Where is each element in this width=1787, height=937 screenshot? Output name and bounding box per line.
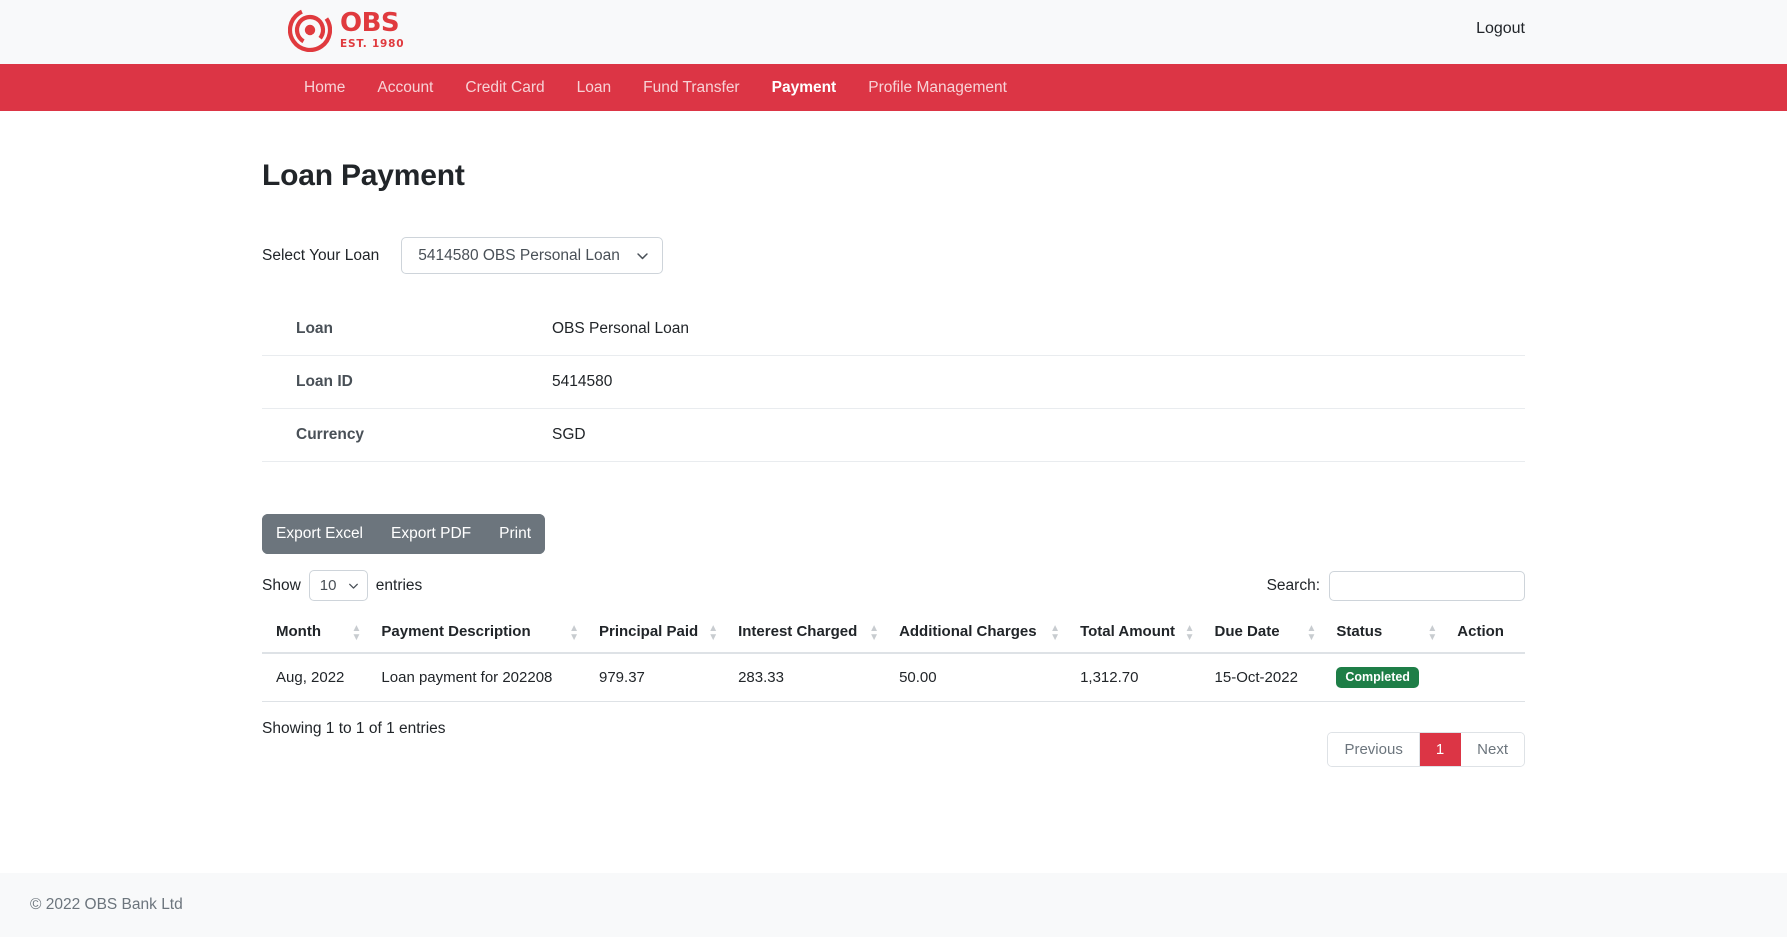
loan-selector-row: Select Your Loan 5414580 OBS Personal Lo…: [262, 237, 1525, 274]
sort-icon: ▲ ▼: [1427, 622, 1438, 643]
cell-additional-charges: 50.00: [885, 653, 1067, 703]
column-label: Interest Charged: [738, 623, 858, 640]
column-header-due-date[interactable]: Due Date ▲ ▼: [1200, 615, 1323, 654]
cell-month: Aug, 2022: [262, 653, 368, 703]
entries-label: entries: [375, 576, 423, 594]
cell-interest-charged: 283.33: [724, 653, 886, 703]
search-control: Search:: [1266, 570, 1525, 601]
copyright-text: © 2022 OBS Bank Ltd: [30, 896, 183, 913]
cell-total-amount: 1,312.70: [1066, 653, 1201, 703]
page-length-wrapper: 10: [308, 570, 368, 601]
nav-item-fund-transfer[interactable]: Fund Transfer: [627, 64, 756, 111]
pagination-next[interactable]: Next: [1461, 733, 1524, 767]
app-page: OBS EST. 1980 Logout Home Account Credit…: [0, 0, 1787, 937]
sort-icon: ▲ ▼: [1184, 622, 1195, 643]
loan-select-wrapper: 5414580 OBS Personal Loan: [401, 237, 664, 274]
column-label: Total Amount: [1080, 623, 1176, 640]
detail-row-currency: Currency SGD: [262, 408, 1525, 462]
main-navigation: Home Account Credit Card Loan Fund Trans…: [0, 64, 1787, 111]
search-label: Search:: [1266, 576, 1320, 594]
datatable-footer: Showing 1 to 1 of 1 entries Previous 1 N…: [262, 720, 1525, 768]
obs-spiral-logo-icon: [288, 8, 332, 52]
nav-item-payment[interactable]: Payment: [756, 64, 853, 111]
loan-selector-label: Select Your Loan: [262, 246, 380, 264]
nav-item-loan[interactable]: Loan: [561, 64, 627, 111]
show-label: Show: [262, 576, 301, 594]
column-header-additional-charges[interactable]: Additional Charges ▲ ▼: [885, 615, 1067, 654]
nav-item-account[interactable]: Account: [361, 64, 449, 111]
cell-principal-paid: 979.37: [585, 653, 725, 703]
column-label: Due Date: [1214, 623, 1280, 640]
pagination: Previous 1 Next: [1327, 732, 1525, 768]
search-input[interactable]: [1329, 570, 1525, 601]
table-body: Aug, 2022 Loan payment for 202208 979.37…: [262, 653, 1525, 703]
loan-payments-table: Month ▲ ▼ Payment Description ▲ ▼ Principa…: [262, 615, 1525, 703]
export-button-group: Export Excel Export PDF Print: [262, 514, 545, 554]
sort-icon: ▲ ▼: [1306, 622, 1317, 643]
column-label: Payment Description: [381, 623, 531, 640]
detail-label-loan: Loan: [262, 302, 552, 356]
cell-due-date: 15-Oct-2022: [1200, 653, 1323, 703]
detail-label-currency: Currency: [262, 408, 552, 462]
detail-row-loan-id: Loan ID 5414580: [262, 355, 1525, 409]
export-pdf-button[interactable]: Export PDF: [377, 514, 486, 554]
pagination-previous[interactable]: Previous: [1328, 733, 1420, 767]
column-label: Additional Charges: [899, 623, 1037, 640]
cell-payment-description: Loan payment for 202208: [367, 653, 585, 703]
column-label: Principal Paid: [599, 623, 699, 640]
page-title: Loan Payment: [262, 159, 465, 192]
loan-select[interactable]: 5414580 OBS Personal Loan: [401, 237, 664, 274]
column-header-payment-description[interactable]: Payment Description ▲ ▼: [367, 615, 585, 654]
sort-icon: ▲ ▼: [351, 622, 362, 643]
column-header-status[interactable]: Status ▲ ▼: [1322, 615, 1444, 654]
nav-item-profile-management[interactable]: Profile Management: [852, 64, 1023, 111]
pagination-page-1[interactable]: 1: [1419, 733, 1462, 767]
cell-action: [1443, 653, 1525, 703]
nav-item-home[interactable]: Home: [288, 64, 361, 111]
column-header-principal-paid[interactable]: Principal Paid ▲ ▼: [585, 615, 725, 654]
top-header: OBS EST. 1980 Logout: [0, 0, 1787, 64]
page-length-select[interactable]: 10: [308, 570, 368, 601]
sort-icon: ▲ ▼: [708, 622, 719, 643]
column-header-action: Action: [1443, 615, 1525, 654]
detail-row-loan: Loan OBS Personal Loan: [262, 302, 1525, 356]
table-head: Month ▲ ▼ Payment Description ▲ ▼ Principa…: [262, 615, 1525, 654]
cell-status: Completed: [1322, 653, 1444, 703]
table-row: Aug, 2022 Loan payment for 202208 979.37…: [262, 653, 1525, 703]
brand-logo[interactable]: OBS EST. 1980: [288, 8, 404, 52]
column-label: Month: [276, 623, 321, 640]
page-length-control: Show 10 entries: [262, 570, 422, 601]
sort-icon: ▲ ▼: [1050, 622, 1061, 643]
datatable-controls: Show 10 entries Search:: [262, 570, 1525, 601]
page-footer: © 2022 OBS Bank Ltd: [0, 873, 1787, 937]
detail-value-loan: OBS Personal Loan: [552, 302, 1525, 356]
main-content: Loan Payment Select Your Loan 5414580 OB…: [0, 111, 1787, 873]
brand-tagline: EST. 1980: [340, 38, 405, 51]
column-label: Status: [1336, 623, 1383, 640]
status-badge: Completed: [1336, 667, 1419, 689]
logout-link[interactable]: Logout: [1476, 20, 1525, 38]
loan-details-table: Loan OBS Personal Loan Loan ID 5414580 C…: [262, 302, 1525, 462]
column-label: Action: [1457, 623, 1504, 640]
sort-icon: ▲ ▼: [869, 622, 880, 643]
export-excel-button[interactable]: Export Excel: [262, 514, 378, 554]
sort-icon: ▲ ▼: [569, 622, 579, 643]
table-header-row: Month ▲ ▼ Payment Description ▲ ▼ Principa…: [262, 615, 1525, 654]
column-header-month[interactable]: Month ▲ ▼: [262, 615, 368, 654]
nav-item-credit-card[interactable]: Credit Card: [449, 64, 560, 111]
detail-value-loan-id: 5414580: [552, 355, 1525, 409]
print-button[interactable]: Print: [485, 514, 545, 554]
column-header-interest-charged[interactable]: Interest Charged ▲ ▼: [724, 615, 886, 654]
detail-label-loan-id: Loan ID: [262, 355, 552, 409]
table-info-text: Showing 1 to 1 of 1 entries: [262, 720, 446, 738]
detail-value-currency: SGD: [552, 408, 1525, 462]
column-header-total-amount[interactable]: Total Amount ▲ ▼: [1066, 615, 1201, 654]
brand-name: OBS: [340, 8, 400, 39]
